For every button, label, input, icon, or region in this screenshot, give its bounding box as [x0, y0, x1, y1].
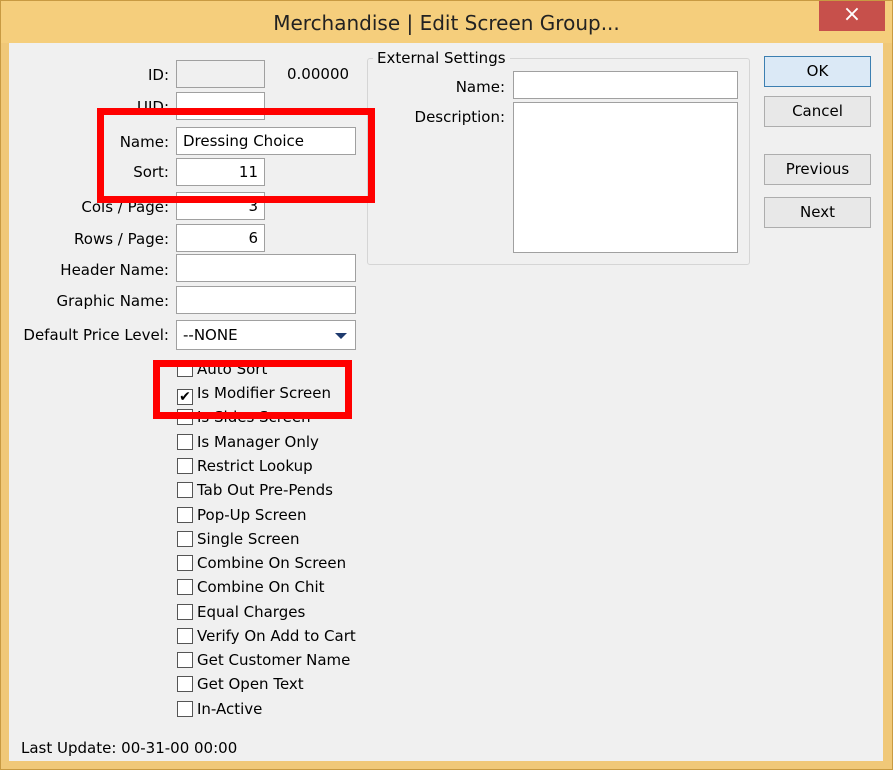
- graphic-name-label: Graphic Name:: [56, 292, 170, 310]
- ok-button[interactable]: OK: [764, 56, 871, 87]
- checkbox-row[interactable]: Restrict Lookup: [177, 456, 313, 476]
- checkbox-label: Combine On Screen: [197, 554, 347, 572]
- previous-button[interactable]: Previous: [764, 154, 871, 185]
- checkbox[interactable]: [177, 458, 193, 474]
- last-update-text: Last Update: 00-31-00 00:00: [21, 739, 238, 757]
- close-button[interactable]: ×: [819, 1, 885, 31]
- checkbox-label: Get Open Text: [197, 675, 304, 693]
- checkbox-label: Tab Out Pre-Pends: [197, 481, 333, 499]
- checkbox-row[interactable]: Combine On Screen: [177, 553, 346, 573]
- description-field[interactable]: [513, 102, 738, 253]
- highlight-box-name-sort: [97, 108, 375, 203]
- checkbox-label: Restrict Lookup: [197, 457, 313, 475]
- checkbox-label: Get Customer Name: [197, 651, 351, 669]
- highlight-box-modifier-screen: [153, 360, 352, 419]
- id-label: ID:: [147, 66, 169, 84]
- default-price-level-value: --NONE: [183, 326, 238, 344]
- checkbox-label: Single Screen: [197, 530, 300, 548]
- default-price-level-label: Default Price Level:: [23, 326, 169, 344]
- next-button[interactable]: Next: [764, 197, 871, 228]
- checkbox-label: Equal Charges: [197, 603, 306, 621]
- checkbox-label: In-Active: [197, 700, 263, 718]
- checkbox-label: Combine On Chit: [197, 578, 325, 596]
- chevron-down-icon[interactable]: [335, 333, 347, 339]
- checkbox[interactable]: [177, 676, 193, 692]
- external-name-field[interactable]: [513, 71, 738, 99]
- graphic-name-field[interactable]: [176, 286, 356, 314]
- checkbox[interactable]: [177, 604, 193, 620]
- window-title: Merchandise | Edit Screen Group...: [273, 11, 620, 35]
- header-name-label: Header Name:: [60, 261, 169, 279]
- external-name-label: Name:: [455, 78, 505, 96]
- checkbox-row[interactable]: Combine On Chit: [177, 577, 325, 597]
- header-name-field[interactable]: [176, 254, 356, 282]
- checkbox[interactable]: [177, 579, 193, 595]
- checkbox-row[interactable]: Is Manager Only: [177, 432, 319, 452]
- id-field: [176, 60, 265, 88]
- checkbox[interactable]: [177, 482, 193, 498]
- checkbox[interactable]: [177, 652, 193, 668]
- checkbox-row[interactable]: Get Open Text: [177, 674, 304, 694]
- checkbox-row[interactable]: Get Customer Name: [177, 650, 350, 670]
- checkbox-row[interactable]: In-Active: [177, 699, 262, 719]
- checkbox-row[interactable]: Verify On Add to Cart: [177, 626, 356, 646]
- checkbox-row[interactable]: Single Screen: [177, 529, 299, 549]
- checkbox[interactable]: [177, 628, 193, 644]
- checkbox[interactable]: [177, 434, 193, 450]
- checkbox-label: Pop-Up Screen: [197, 506, 307, 524]
- checkbox-label: Is Manager Only: [197, 433, 319, 451]
- rows-per-page-label: Rows / Page:: [74, 230, 169, 248]
- checkbox[interactable]: [177, 701, 193, 717]
- checkbox-row[interactable]: Equal Charges: [177, 602, 305, 622]
- rows-per-page-field[interactable]: 6: [176, 224, 265, 252]
- checkbox-label: Verify On Add to Cart: [197, 627, 356, 645]
- description-label: Description:: [414, 108, 505, 126]
- cancel-button[interactable]: Cancel: [764, 96, 871, 127]
- checkbox[interactable]: [177, 507, 193, 523]
- checkbox-row[interactable]: Pop-Up Screen: [177, 505, 306, 525]
- title-bar[interactable]: Merchandise | Edit Screen Group... ×: [1, 1, 892, 43]
- external-settings-title: External Settings: [373, 49, 510, 67]
- checkbox-row[interactable]: Tab Out Pre-Pends: [177, 480, 333, 500]
- checkbox[interactable]: [177, 555, 193, 571]
- id-extra-value: 0.00000: [287, 65, 350, 83]
- checkbox[interactable]: [177, 531, 193, 547]
- default-price-level-select[interactable]: --NONE: [176, 320, 356, 350]
